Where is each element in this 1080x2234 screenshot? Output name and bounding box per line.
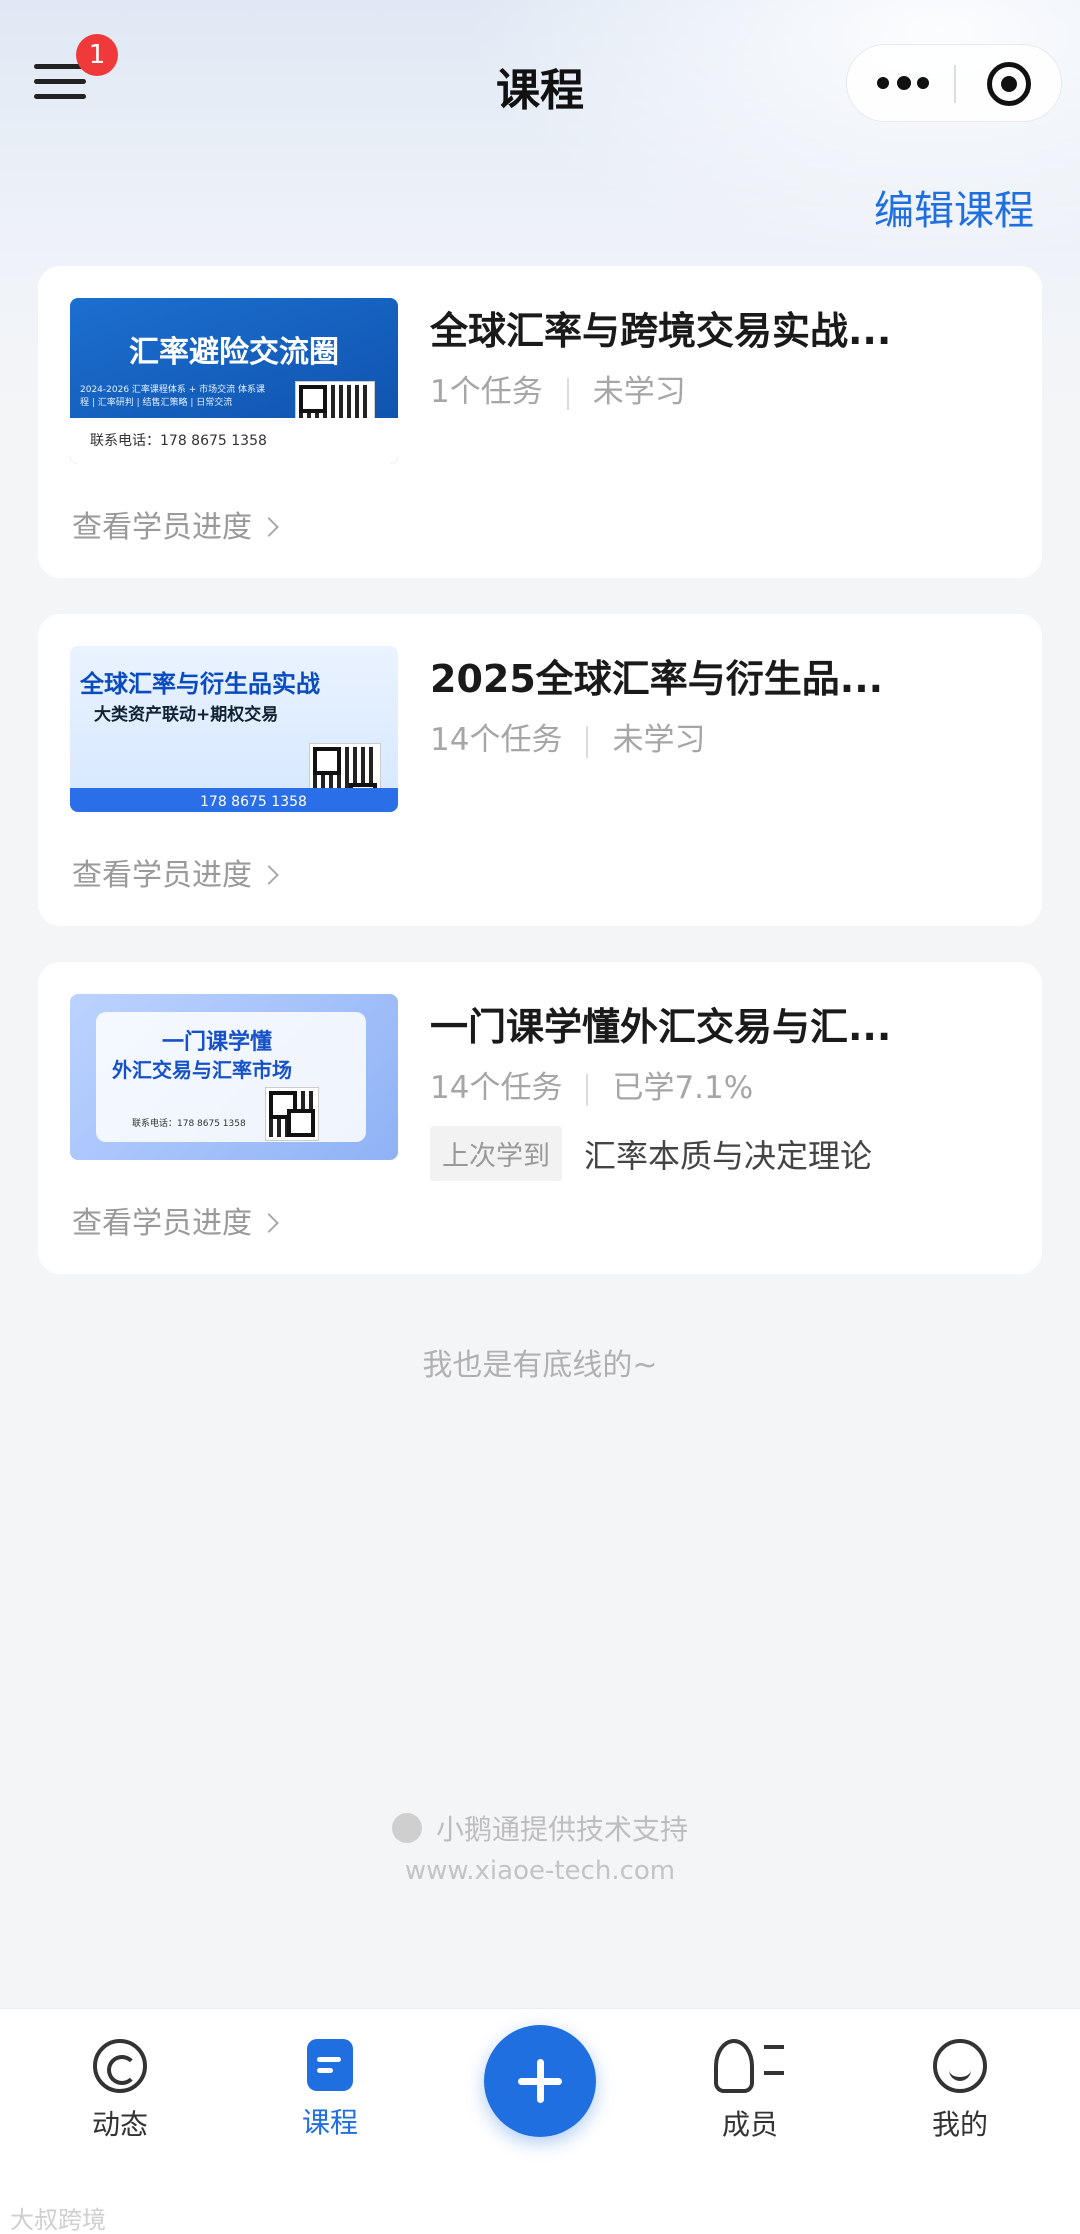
last-studied-tag: 上次学到 xyxy=(430,1126,562,1181)
bottom-tab-bar: 动态 课程 成员 我的 xyxy=(0,2008,1080,2234)
course-cover-image: 全球汇率与衍生品实战 大类资产联动+期权交易 178 8675 1358 xyxy=(70,646,398,812)
task-count: 14个任务 xyxy=(430,1070,563,1106)
course-meta: 1个任务 未学习 xyxy=(430,366,686,411)
view-progress-link[interactable]: 查看学员进度 xyxy=(72,502,279,546)
add-button[interactable] xyxy=(484,2025,596,2137)
study-status: 已学7.1% xyxy=(612,1070,754,1106)
course-title: 2025全球汇率与衍生品... xyxy=(430,657,884,701)
chevron-right-icon xyxy=(259,864,279,885)
course-meta: 14个任务 未学习 xyxy=(430,714,705,759)
view-progress-link[interactable]: 查看学员进度 xyxy=(72,850,279,894)
chat-bubble-icon xyxy=(93,2039,147,2093)
cover-phone: 联系电话：178 8675 1358 xyxy=(132,1119,246,1129)
profile-smile-icon xyxy=(933,2039,987,2093)
member-icon xyxy=(714,2039,784,2093)
course-card[interactable]: 全球汇率与衍生品实战 大类资产联动+期权交易 178 8675 1358 202… xyxy=(38,614,1042,926)
cover-subhead: 大类资产联动+期权交易 xyxy=(94,705,279,725)
powered-by-website: www.xiaoe-tech.com xyxy=(404,1856,676,1886)
cover-subhead: 外汇交易与汇率市场 xyxy=(112,1058,292,1082)
course-card[interactable]: 汇率避险交流圈 2024-2026 汇率课程体系 + 市场交流 体系课程 | 汇… xyxy=(38,266,1042,578)
chevron-right-icon xyxy=(259,516,279,537)
mini-program-capsule xyxy=(846,44,1062,122)
tab-me[interactable]: 我的 xyxy=(890,2039,1030,2143)
tab-member[interactable]: 成员 xyxy=(680,2039,820,2143)
course-book-icon xyxy=(307,2039,353,2091)
course-card[interactable]: 一门课学懂 外汇交易与汇率市场 联系电话：178 8675 1358 一门课学懂… xyxy=(38,962,1042,1274)
course-cover-image: 一门课学懂 外汇交易与汇率市场 联系电话：178 8675 1358 xyxy=(70,994,398,1160)
last-studied-lesson: 汇率本质与决定理论 xyxy=(584,1136,873,1175)
cover-headline: 一门课学懂 xyxy=(162,1030,273,1055)
powered-by: 小鹅通提供技术支持 xyxy=(0,1808,1080,1848)
cover-phone: 联系电话：178 8675 1358 xyxy=(90,433,267,449)
course-meta: 14个任务 已学7.1% xyxy=(430,1062,753,1107)
last-studied-row[interactable]: 上次学到 汇率本质与决定理论 xyxy=(430,1126,872,1181)
watermark: 大叔跨境 xyxy=(10,2206,106,2234)
task-count: 14个任务 xyxy=(430,722,563,758)
view-progress-link[interactable]: 查看学员进度 xyxy=(72,1198,279,1242)
study-status: 未学习 xyxy=(612,722,706,758)
close-target-icon[interactable] xyxy=(987,62,1031,106)
edit-courses-link[interactable]: 编辑课程 xyxy=(874,178,1034,236)
chevron-right-icon xyxy=(259,1212,279,1233)
task-count: 1个任务 xyxy=(430,374,543,410)
study-status: 未学习 xyxy=(592,374,686,410)
xiaoe-logo-icon xyxy=(391,1813,422,1843)
qr-code-icon xyxy=(265,1087,319,1141)
list-end-text: 我也是有底线的~ xyxy=(422,1348,658,1383)
course-title: 一门课学懂外汇交易与汇... xyxy=(430,1005,892,1049)
course-cover-image: 汇率避险交流圈 2024-2026 汇率课程体系 + 市场交流 体系课程 | 汇… xyxy=(70,298,398,464)
tab-course[interactable]: 课程 xyxy=(260,2039,400,2141)
cover-subtext: 2024-2026 汇率课程体系 + 市场交流 体系课程 | 汇率研判 | 结售… xyxy=(80,385,266,408)
course-title: 全球汇率与跨境交易实战... xyxy=(430,309,892,353)
tab-feed[interactable]: 动态 xyxy=(50,2039,190,2143)
more-icon[interactable] xyxy=(877,73,931,95)
cover-headline: 汇率避险交流圈 xyxy=(129,335,339,370)
cover-phone: 178 8675 1358 xyxy=(200,794,307,810)
cover-headline: 全球汇率与衍生品实战 xyxy=(80,670,320,698)
